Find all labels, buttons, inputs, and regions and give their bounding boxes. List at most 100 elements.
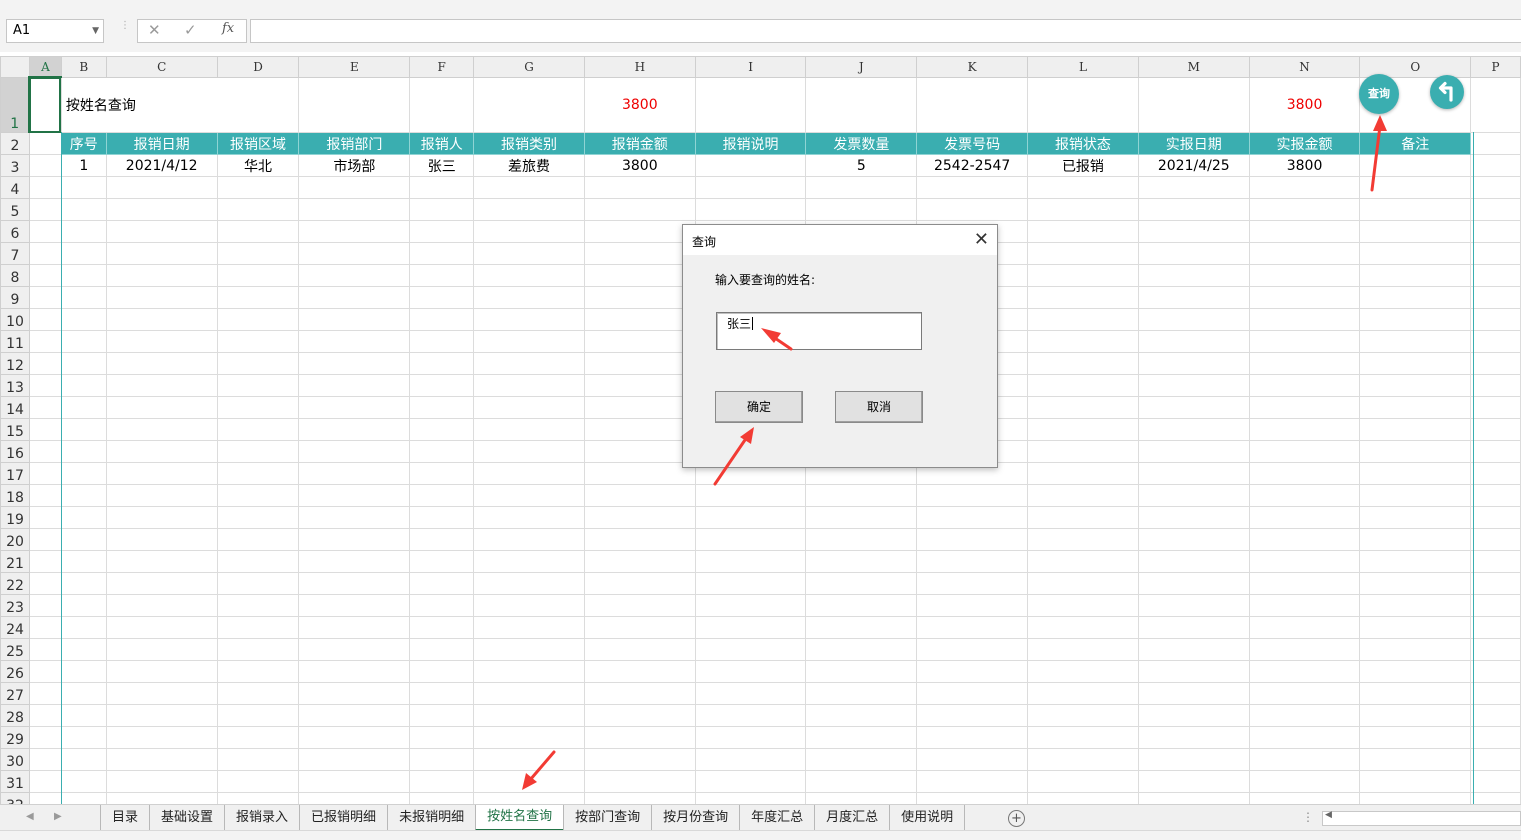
empty-cell[interactable] <box>583 286 696 309</box>
empty-cell[interactable] <box>216 330 300 353</box>
empty-cell[interactable] <box>105 396 218 419</box>
empty-cell[interactable] <box>1137 462 1250 485</box>
empty-cell[interactable] <box>1470 616 1521 639</box>
empty-cell[interactable] <box>60 704 107 727</box>
empty-cell[interactable] <box>409 594 475 617</box>
empty-cell[interactable] <box>1359 572 1472 595</box>
empty-cell[interactable] <box>105 528 218 551</box>
empty-cell[interactable] <box>583 572 696 595</box>
horizontal-scrollbar[interactable]: ◀ <box>1322 810 1521 826</box>
empty-cell[interactable] <box>916 528 1029 551</box>
empty-cell[interactable] <box>473 638 585 661</box>
empty-cell[interactable] <box>583 264 696 287</box>
empty-cell[interactable] <box>1027 418 1139 441</box>
row-header[interactable]: 10 <box>0 308 30 331</box>
empty-cell[interactable] <box>409 682 475 705</box>
empty-cell[interactable] <box>694 660 807 683</box>
empty-cell[interactable] <box>28 616 62 639</box>
empty-cell[interactable] <box>1470 726 1521 749</box>
empty-cell[interactable] <box>916 198 1029 221</box>
empty-cell[interactable] <box>28 286 62 309</box>
column-header[interactable]: P <box>1470 56 1521 78</box>
empty-cell[interactable] <box>105 594 218 617</box>
table-cell[interactable]: 2021/4/12 <box>105 154 218 177</box>
empty-cell[interactable] <box>1137 682 1250 705</box>
column-header[interactable]: M <box>1137 56 1250 78</box>
row-header[interactable]: 22 <box>0 572 30 595</box>
empty-cell[interactable] <box>216 176 300 199</box>
empty-cell[interactable] <box>1470 572 1521 595</box>
empty-cell[interactable] <box>298 264 411 287</box>
empty-cell[interactable] <box>409 726 475 749</box>
empty-cell[interactable] <box>60 462 107 485</box>
empty-cell[interactable] <box>28 198 62 221</box>
empty-cell[interactable] <box>1359 682 1472 705</box>
sheet-tab[interactable]: 月度汇总 <box>814 805 889 831</box>
empty-cell[interactable] <box>60 198 107 221</box>
empty-cell[interactable] <box>60 264 107 287</box>
empty-cell[interactable] <box>409 484 475 507</box>
empty-cell[interactable] <box>298 572 411 595</box>
empty-cell[interactable] <box>409 308 475 331</box>
empty-cell[interactable] <box>1137 726 1250 749</box>
empty-cell[interactable] <box>1359 242 1472 265</box>
empty-cell[interactable] <box>105 352 218 375</box>
empty-cell[interactable] <box>216 550 300 573</box>
column-header[interactable]: C <box>105 56 218 78</box>
empty-cell[interactable] <box>583 528 696 551</box>
empty-cell[interactable] <box>583 462 696 485</box>
empty-cell[interactable] <box>1248 748 1361 771</box>
empty-cell[interactable] <box>1027 462 1139 485</box>
empty-cell[interactable] <box>409 660 475 683</box>
empty-cell[interactable] <box>583 506 696 529</box>
empty-cell[interactable] <box>805 704 918 727</box>
empty-cell[interactable] <box>60 770 107 793</box>
empty-cell[interactable] <box>298 660 411 683</box>
empty-cell[interactable] <box>1359 220 1472 243</box>
empty-cell[interactable] <box>298 484 411 507</box>
empty-cell[interactable] <box>1137 418 1250 441</box>
empty-cell[interactable] <box>805 506 918 529</box>
close-icon[interactable]: ✕ <box>974 229 989 250</box>
empty-cell[interactable] <box>60 352 107 375</box>
empty-cell[interactable] <box>473 770 585 793</box>
empty-cell[interactable] <box>473 594 585 617</box>
sheet-tab[interactable]: 按月份查询 <box>651 805 739 831</box>
empty-cell[interactable] <box>1470 352 1521 375</box>
empty-cell[interactable] <box>216 660 300 683</box>
empty-cell[interactable] <box>1470 176 1521 199</box>
empty-cell[interactable] <box>105 220 218 243</box>
empty-cell[interactable] <box>583 176 696 199</box>
empty-cell[interactable] <box>409 330 475 353</box>
empty-cell[interactable] <box>1137 308 1250 331</box>
empty-cell[interactable] <box>916 726 1029 749</box>
empty-cell[interactable] <box>1359 484 1472 507</box>
row-header[interactable]: 4 <box>0 176 30 199</box>
empty-cell[interactable] <box>60 506 107 529</box>
table-cell[interactable]: 张三 <box>409 154 475 177</box>
row-header[interactable]: 15 <box>0 418 30 441</box>
empty-cell[interactable] <box>28 704 62 727</box>
empty-cell[interactable] <box>583 704 696 727</box>
empty-cell[interactable] <box>298 792 411 804</box>
empty-cell[interactable] <box>28 242 62 265</box>
empty-cell[interactable] <box>916 638 1029 661</box>
empty-cell[interactable] <box>583 220 696 243</box>
empty-cell[interactable] <box>28 726 62 749</box>
empty-cell[interactable] <box>1248 660 1361 683</box>
empty-cell[interactable] <box>216 748 300 771</box>
empty-cell[interactable] <box>473 440 585 463</box>
empty-cell[interactable] <box>694 572 807 595</box>
column-header[interactable]: D <box>216 56 300 78</box>
empty-cell[interactable] <box>1248 594 1361 617</box>
empty-cell[interactable] <box>60 330 107 353</box>
empty-cell[interactable] <box>298 462 411 485</box>
enter-icon[interactable]: ✓ <box>184 21 197 39</box>
empty-cell[interactable] <box>694 484 807 507</box>
empty-cell[interactable] <box>28 176 62 199</box>
empty-cell[interactable] <box>1359 418 1472 441</box>
empty-cell[interactable] <box>1137 660 1250 683</box>
empty-cell[interactable] <box>1359 440 1472 463</box>
empty-cell[interactable] <box>105 704 218 727</box>
empty-cell[interactable] <box>28 748 62 771</box>
